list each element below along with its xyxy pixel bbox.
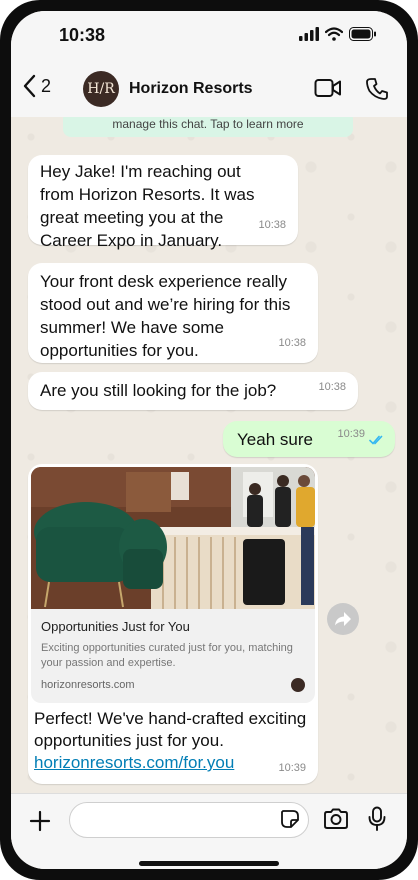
avatar-initials: H/R — [87, 81, 115, 97]
microphone-icon[interactable] — [367, 806, 387, 832]
home-indicator — [139, 861, 279, 866]
message-time: 10:39 — [278, 762, 306, 774]
contact-avatar[interactable]: H/R — [83, 71, 119, 107]
message-text: Are you still looking for the job? — [40, 381, 277, 400]
link-preview[interactable]: Opportunities Just for You Exciting oppo… — [31, 467, 315, 703]
screen: 10:38 2 H/R Horizon Resorts manage this … — [11, 11, 407, 869]
unread-count: 2 — [41, 75, 52, 96]
forward-icon — [335, 612, 351, 626]
phone-frame: 10:38 2 H/R Horizon Resorts manage this … — [0, 0, 418, 880]
message-link[interactable]: horizonresorts.com/for.you — [34, 753, 234, 772]
message-bubble-incoming[interactable]: Hey Jake! I'm reaching out from Horizon … — [28, 155, 298, 250]
wifi-icon — [325, 27, 343, 41]
message-text: Perfect! We've hand-crafted exciting opp… — [34, 709, 307, 750]
message-bubble-incoming[interactable]: Are you still looking for the job? 10:38 — [28, 372, 358, 410]
preview-domain: horizonresorts.com — [41, 679, 135, 691]
status-bar: 10:38 — [11, 11, 407, 61]
sticker-icon[interactable] — [280, 809, 300, 829]
plus-icon[interactable] — [29, 810, 51, 832]
preview-description: Exciting opportunities curated just for … — [41, 642, 293, 669]
message-time: 10:38 — [278, 337, 306, 349]
preview-title: Opportunities Just for You — [41, 619, 190, 634]
camera-icon[interactable] — [323, 808, 349, 830]
link-message-bubble[interactable]: Opportunities Just for You Exciting oppo… — [28, 464, 318, 784]
message-time: 10:38 — [258, 219, 286, 231]
double-check-icon — [369, 435, 383, 445]
message-bubble-incoming[interactable]: Your front desk experience really stood … — [28, 263, 318, 363]
back-button[interactable]: 2 — [23, 74, 51, 98]
message-bubble-outgoing[interactable]: Yeah sure 10:39 — [223, 421, 395, 457]
chat-header: 2 H/R Horizon Resorts — [11, 61, 407, 118]
status-time: 10:38 — [59, 25, 106, 45]
message-text: Hey Jake! I'm reaching out from Horizon … — [40, 162, 255, 250]
message-input-bar — [11, 793, 407, 869]
signal-icon — [299, 27, 319, 41]
hotel-lobby-image — [31, 467, 315, 609]
message-time: 10:38 — [318, 381, 346, 393]
chat-area[interactable]: manage this chat. Tap to learn more Hey … — [11, 117, 407, 793]
forward-button[interactable] — [327, 603, 359, 635]
site-favicon — [291, 678, 305, 692]
phone-call-icon[interactable] — [366, 77, 388, 101]
message-input[interactable] — [82, 803, 276, 837]
message-field[interactable] — [69, 802, 309, 838]
video-call-icon[interactable] — [314, 77, 342, 99]
status-icons — [299, 27, 377, 41]
message-time: 10:39 — [337, 428, 365, 440]
message-text: Your front desk experience really stood … — [40, 272, 291, 360]
contact-name[interactable]: Horizon Resorts — [129, 80, 253, 98]
link-message-text: Perfect! We've hand-crafted exciting opp… — [34, 708, 314, 774]
system-notice[interactable]: manage this chat. Tap to learn more — [63, 117, 353, 137]
back-chevron-icon — [23, 74, 36, 98]
battery-icon — [349, 27, 376, 41]
